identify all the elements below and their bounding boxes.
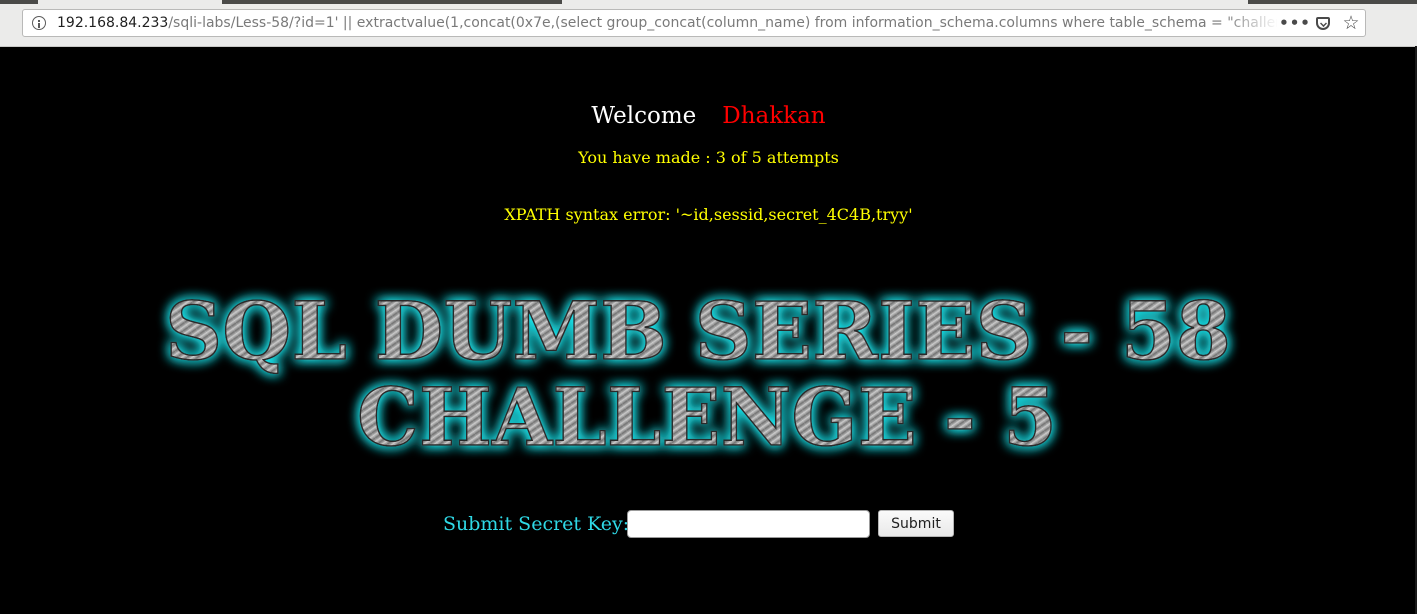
info-icon[interactable]: [32, 16, 46, 30]
pocket-icon: [1316, 16, 1330, 30]
secret-key-label: Submit Secret Key:: [443, 513, 630, 535]
browser-toolbar: 192.168.84.233/sqli-labs/Less-58/?id=1' …: [0, 0, 1417, 47]
username: Dhakkan: [722, 103, 826, 129]
tab-strip-segment: [222, 0, 562, 4]
url-host: 192.168.84.233: [57, 15, 169, 31]
error-message: XPATH syntax error: '~id,sessid,secret_4…: [504, 205, 913, 224]
tab-strip-segment: [0, 0, 38, 4]
banner-line-2: CHALLENGE - 5: [357, 370, 1057, 459]
banner-line-1: SQL DUMB SERIES - 58: [165, 284, 1231, 378]
more-dots-icon[interactable]: •••: [1279, 10, 1310, 36]
secret-key-input[interactable]: [627, 510, 870, 538]
welcome-line: Welcome Dhakkan: [0, 101, 1417, 131]
url-actions: ••• ☆: [1279, 10, 1365, 36]
url-path: /sqli-labs/Less-58/?id=1' || extractvalu…: [168, 15, 1277, 31]
submit-button[interactable]: Submit: [878, 510, 954, 537]
welcome-label: Welcome: [591, 103, 697, 129]
attempts-counter: You have made : 3 of 5 attempts: [578, 148, 839, 167]
tab-strip: [0, 0, 1417, 4]
pocket-button[interactable]: [1309, 10, 1337, 36]
title-banner: SQL DUMB SERIES - 58 CHALLENGE - 5: [0, 279, 1417, 459]
tab-strip-segment: [1248, 0, 1417, 4]
url-text[interactable]: 192.168.84.233/sqli-labs/Less-58/?id=1' …: [57, 15, 1277, 32]
address-bar[interactable]: 192.168.84.233/sqli-labs/Less-58/?id=1' …: [22, 9, 1366, 37]
page-content: Welcome Dhakkan You have made : 3 of 5 at…: [0, 47, 1417, 614]
url-fade: [1223, 12, 1279, 34]
star-icon[interactable]: ☆: [1337, 10, 1365, 36]
secret-key-form: Submit Secret Key: Submit: [0, 508, 1417, 538]
banner-graphic: SQL DUMB SERIES - 58 CHALLENGE - 5: [164, 283, 1232, 459]
